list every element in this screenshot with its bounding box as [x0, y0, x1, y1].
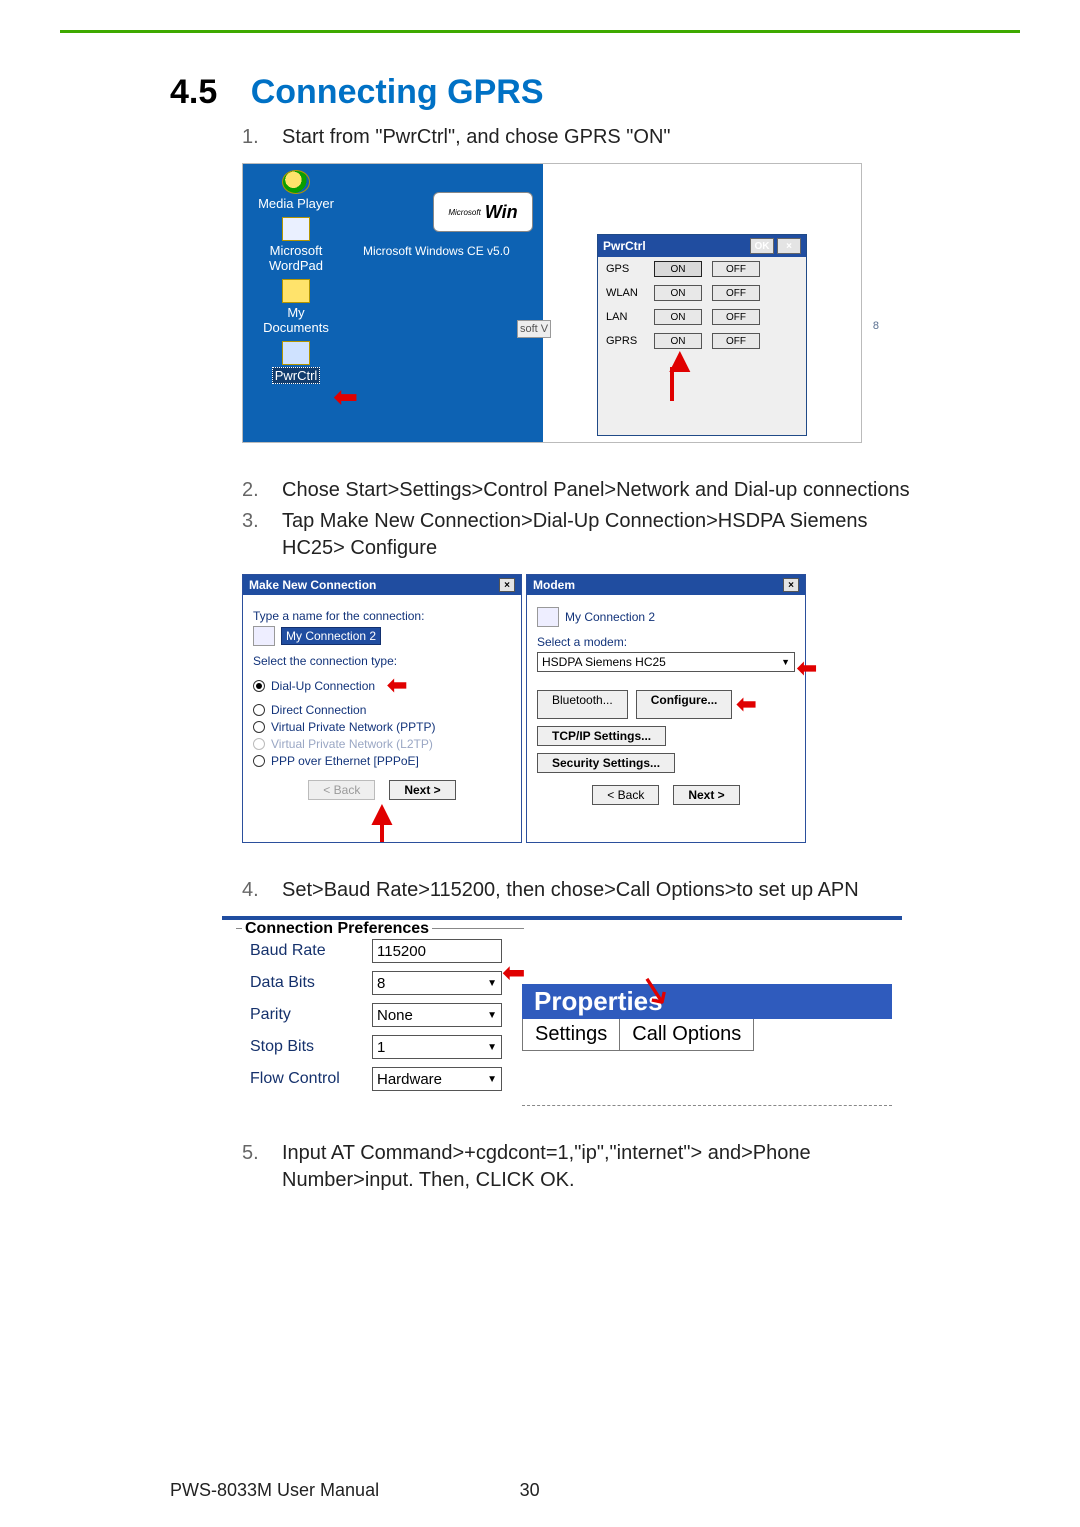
cropped-text-left: soft V: [517, 320, 551, 338]
chevron-down-icon: ▼: [487, 978, 497, 989]
gprs-off-button[interactable]: OFF: [712, 333, 760, 349]
dashed-separator: [522, 1105, 892, 1106]
step-text: Start from "PwrCtrl", and chose GPRS "ON…: [282, 124, 990, 151]
cropped-text-right: 8: [873, 320, 879, 332]
lan-on-button[interactable]: ON: [654, 309, 702, 325]
baud-rate-label: Baud Rate: [232, 942, 372, 960]
windows-logo: Microsoft Win: [433, 192, 533, 232]
gps-label: GPS: [606, 263, 644, 275]
dialog-title: Modem: [533, 578, 575, 592]
gps-off-button[interactable]: OFF: [712, 261, 760, 277]
step-text: Set>Baud Rate>115200, then chose>Call Op…: [282, 877, 990, 904]
pwrctrl-dialog: PwrCtrl OK × GPS ON OFF WLAN: [597, 234, 807, 436]
close-icon[interactable]: ×: [783, 578, 799, 592]
figure-connection-preferences: Connection Preferences Baud Rate 115200 …: [222, 916, 902, 1106]
chevron-down-icon: ▼: [781, 657, 790, 667]
wlan-on-button[interactable]: ON: [654, 285, 702, 301]
wlan-label: WLAN: [606, 287, 644, 299]
page-footer: PWS-8033M User Manual 30: [170, 1480, 930, 1501]
arrow-left-icon: ⬅: [333, 380, 358, 415]
properties-title: Properties: [522, 984, 892, 1019]
lan-label: LAN: [606, 311, 644, 323]
lan-off-button[interactable]: OFF: [712, 309, 760, 325]
step-number: 1.: [242, 124, 282, 151]
tab-call-options[interactable]: Call Options: [619, 1019, 754, 1051]
connection-icon: [253, 626, 275, 646]
back-button[interactable]: < Back: [592, 785, 659, 805]
pptp-radio[interactable]: Virtual Private Network (PPTP): [253, 720, 511, 734]
pwrctrl-title: PwrCtrl: [603, 239, 646, 253]
chevron-down-icon: ▼: [487, 1042, 497, 1053]
flow-control-select[interactable]: Hardware▼: [372, 1067, 502, 1091]
step-number: 5.: [242, 1140, 282, 1194]
parity-label: Parity: [232, 1006, 372, 1024]
pppoe-radio[interactable]: PPP over Ethernet [PPPoE]: [253, 754, 511, 768]
close-icon[interactable]: ×: [777, 238, 801, 254]
step-text: Tap Make New Connection>Dial-Up Connecti…: [282, 508, 990, 562]
my-documents-icon[interactable]: My Documents: [251, 279, 341, 335]
select-modem-label: Select a modem:: [537, 635, 795, 649]
footer-manual-name: PWS-8033M User Manual: [170, 1480, 379, 1501]
wince-version-label: Microsoft Windows CE v5.0: [363, 244, 510, 258]
arrow-left-icon: ⬅: [387, 671, 407, 700]
arrow-left-icon: ⬅: [736, 690, 756, 719]
connection-name-label: Type a name for the connection:: [253, 609, 511, 623]
baud-rate-input[interactable]: 115200: [372, 939, 502, 963]
figure-pwrctrl-desktop: Microsoft Win Microsoft Windows CE v5.0 …: [242, 163, 862, 443]
step-number: 3.: [242, 508, 282, 562]
dial-up-radio[interactable]: Dial-Up Connection⬅: [253, 671, 511, 700]
connection-icon: [537, 607, 559, 627]
l2tp-radio: Virtual Private Network (L2TP): [253, 737, 511, 751]
dialog-title: Make New Connection: [249, 578, 376, 592]
figure-make-new-connection: Make New Connection × Type a name for th…: [242, 574, 990, 843]
section-title: Connecting GPRS: [251, 73, 544, 111]
data-bits-label: Data Bits: [232, 974, 372, 992]
connection-name-label: My Connection 2: [565, 610, 655, 624]
step-text: Chose Start>Settings>Control Panel>Netwo…: [282, 477, 990, 504]
gps-on-button[interactable]: ON: [654, 261, 702, 277]
connection-type-label: Select the connection type:: [253, 654, 511, 668]
security-button[interactable]: Security Settings...: [537, 753, 675, 773]
modem-dialog: Modem × My Connection 2 Select a modem: …: [526, 574, 806, 843]
wince-desktop: Microsoft Win Microsoft Windows CE v5.0 …: [243, 164, 543, 442]
step-number: 2.: [242, 477, 282, 504]
close-icon[interactable]: ×: [499, 578, 515, 592]
parity-select[interactable]: None▼: [372, 1003, 502, 1027]
next-button[interactable]: Next >: [673, 785, 739, 805]
direct-radio[interactable]: Direct Connection: [253, 703, 511, 717]
section-number: 4.5: [170, 73, 217, 111]
top-separator: [60, 30, 1020, 33]
tab-settings[interactable]: Settings: [522, 1019, 619, 1051]
ok-button[interactable]: OK: [750, 238, 774, 254]
gprs-label: GPRS: [606, 335, 644, 347]
arrow-left-icon: ⬅: [797, 654, 817, 683]
data-bits-select[interactable]: 8▼: [372, 971, 502, 995]
step-text: Input AT Command>+cgdcont=1,"ip","intern…: [282, 1140, 990, 1194]
arrow-up-icon: ▲: [662, 353, 682, 367]
chevron-down-icon: ▼: [487, 1010, 497, 1021]
tcpip-button[interactable]: TCP/IP Settings...: [537, 726, 666, 746]
wlan-off-button[interactable]: OFF: [712, 285, 760, 301]
section-heading: 4.5 Connecting GPRS: [170, 73, 990, 112]
step-number: 4.: [242, 877, 282, 904]
connection-preferences-legend: Connection Preferences: [242, 920, 432, 938]
media-player-icon[interactable]: Media Player: [251, 170, 341, 211]
stop-bits-select[interactable]: 1▼: [372, 1035, 502, 1059]
chevron-down-icon: ▼: [487, 1074, 497, 1085]
stop-bits-label: Stop Bits: [232, 1038, 372, 1056]
wordpad-icon[interactable]: Microsoft WordPad: [251, 217, 341, 273]
configure-button[interactable]: Configure...: [636, 690, 733, 719]
make-new-connection-dialog: Make New Connection × Type a name for th…: [242, 574, 522, 843]
arrow-up-icon: ▲: [364, 806, 400, 820]
pwrctrl-icon[interactable]: PwrCtrl: [251, 341, 341, 384]
page-number: 30: [520, 1480, 540, 1501]
connection-name-input[interactable]: My Connection 2: [281, 627, 381, 645]
flow-control-label: Flow Control: [232, 1070, 372, 1088]
bluetooth-button[interactable]: Bluetooth...: [537, 690, 628, 719]
